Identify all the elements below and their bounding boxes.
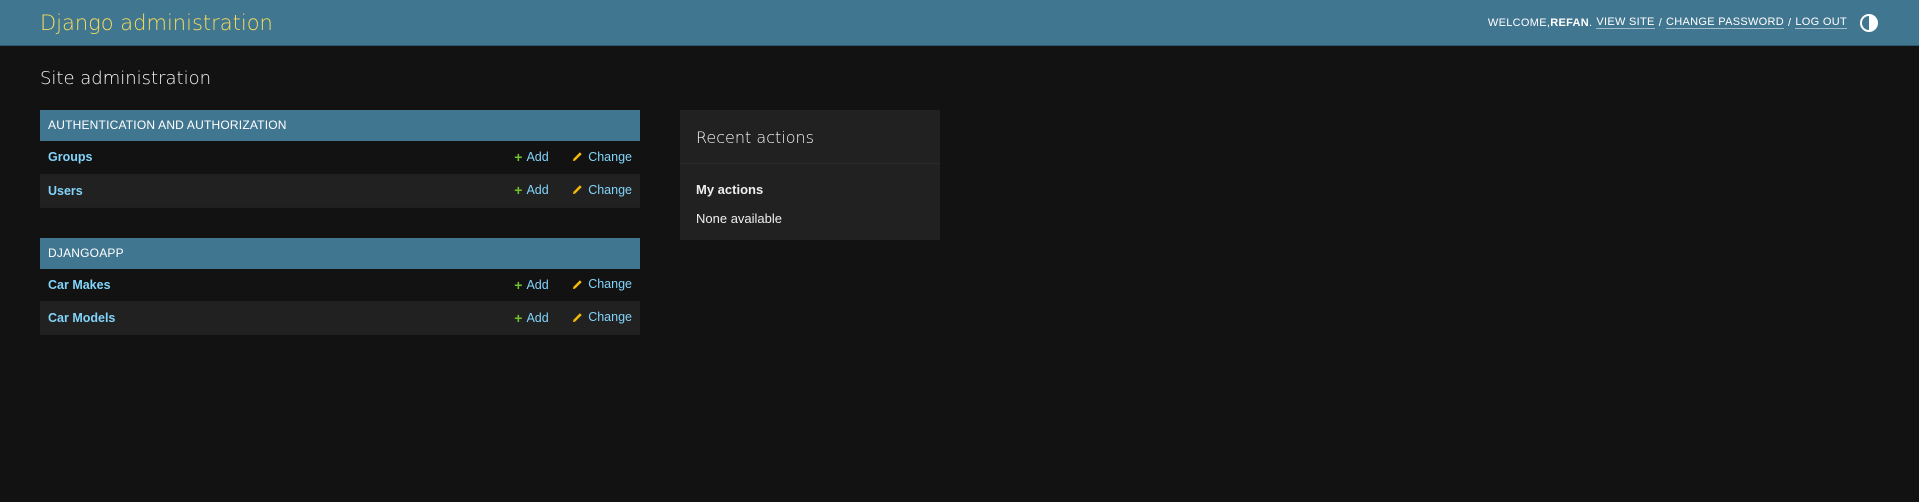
user-tools: Welcome, Refan. View site / Change passw… (1488, 13, 1879, 33)
contrast-icon (1860, 13, 1878, 32)
table-row: Car Makes + Add Change (40, 269, 640, 302)
pencil-icon (572, 151, 583, 162)
add-car-models-button[interactable]: + Add (514, 311, 548, 325)
plus-icon: + (514, 182, 523, 199)
main-content: Site administration Authentication and A… (0, 46, 1919, 385)
app-caption-auth[interactable]: Authentication and Authorization (40, 110, 640, 141)
plus-icon: + (514, 149, 523, 165)
table-row: Users + Add Change (40, 174, 640, 207)
model-link-users[interactable]: Users (48, 184, 83, 198)
change-users-button[interactable]: Change (572, 183, 632, 197)
welcome-text: Welcome, (1487, 16, 1551, 29)
username: Refan (1550, 16, 1589, 29)
plus-icon: + (514, 309, 523, 326)
theme-toggle-button[interactable] (1859, 13, 1879, 33)
model-link-car-models[interactable]: Car Models (48, 311, 115, 325)
table-row: Car Models + Add Change (40, 301, 640, 335)
view-site-link[interactable]: View site (1596, 16, 1655, 29)
add-label: Add (526, 277, 549, 292)
site-name[interactable]: Django administration (40, 11, 273, 35)
my-actions-heading: My actions (696, 182, 764, 197)
add-label: Add (526, 183, 549, 198)
app-module-djangoapp: Djangoapp Car Makes + Add Change Car Mode… (40, 237, 640, 335)
change-label: Change (588, 310, 632, 325)
log-out-link[interactable]: Log out (1795, 16, 1847, 29)
change-label: Change (588, 182, 632, 197)
model-link-car-makes[interactable]: Car Makes (48, 278, 111, 292)
add-label: Add (526, 150, 549, 164)
pencil-icon (572, 279, 583, 290)
plus-icon: + (514, 276, 523, 293)
app-caption-djangoapp[interactable]: Djangoapp (40, 237, 640, 269)
empty-actions-text: None available (696, 211, 783, 226)
site-header: Django administration Welcome, Refan. Vi… (0, 0, 1919, 46)
change-label: Change (588, 277, 632, 291)
model-link-groups[interactable]: Groups (48, 150, 92, 164)
add-label: Add (526, 310, 549, 325)
table-row: Groups + Add Change (40, 141, 640, 174)
change-label: Change (588, 149, 632, 164)
separator: / (1658, 16, 1663, 29)
change-password-link[interactable]: Change password (1666, 16, 1785, 29)
app-module-auth: Authentication and Authorization Groups … (40, 110, 640, 208)
recent-actions-title: Recent actions (680, 110, 940, 164)
add-groups-button[interactable]: + Add (514, 150, 548, 164)
pencil-icon (572, 312, 583, 323)
app-list: Authentication and Authorization Groups … (40, 110, 640, 365)
change-car-models-button[interactable]: Change (572, 310, 632, 324)
page-title: Site administration (40, 68, 212, 89)
recent-actions-panel: Recent actions My actions None available (680, 110, 940, 240)
add-car-makes-button[interactable]: + Add (514, 278, 548, 292)
change-groups-button[interactable]: Change (572, 150, 632, 164)
pencil-icon (572, 184, 583, 195)
change-car-makes-button[interactable]: Change (572, 277, 632, 291)
separator: / (1788, 16, 1792, 29)
add-users-button[interactable]: + Add (514, 183, 548, 197)
username-suffix: . (1589, 16, 1593, 29)
